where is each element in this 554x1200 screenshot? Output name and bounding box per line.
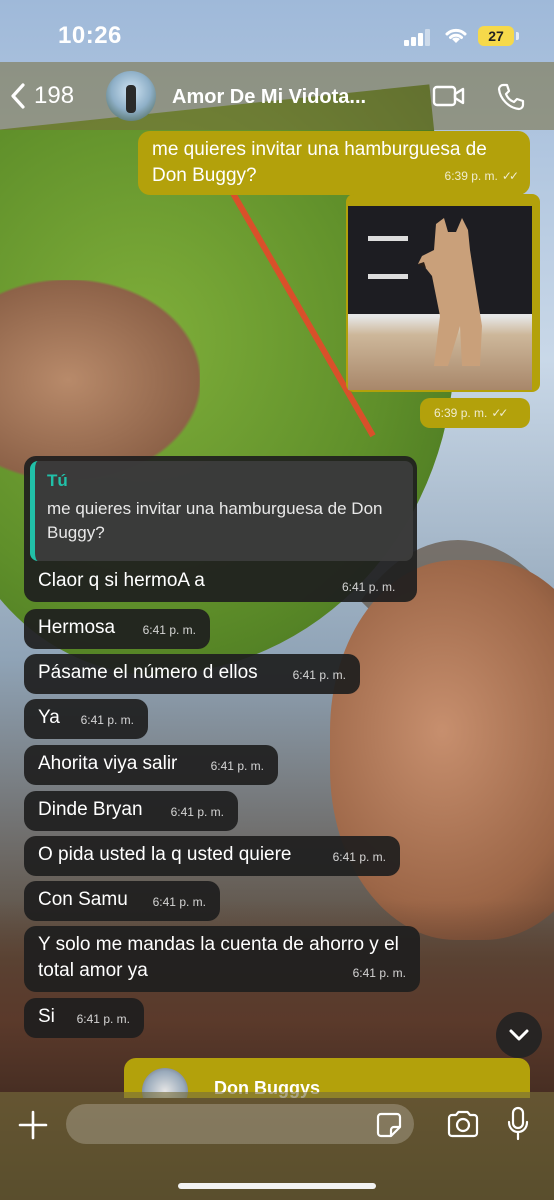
message-text: Dinde Bryan [38,799,143,820]
message-text: Ya [38,707,60,728]
incoming-message[interactable]: Dinde Bryan 6:41 p. m. [24,791,238,831]
message-time: 6:39 p. m. [434,406,488,420]
chevron-down-icon [509,1029,529,1041]
camera-icon[interactable] [446,1110,480,1138]
incoming-message[interactable]: Con Samu 6:41 p. m. [24,881,220,921]
message-text: Claor q si hermoA a [38,570,205,591]
message-meta: 6:39 p. m. ✓✓ [444,163,520,189]
chat-header: 198 Amor De Mi Vidota... [0,62,554,130]
double-check-icon: ✓✓ [501,169,519,183]
status-bar: 10:26 27 [0,0,554,70]
message-time: 6:41 p. m. [332,850,386,864]
quoted-message[interactable]: Tú me quieres invitar una hamburguesa de… [30,461,413,561]
message-time: 6:41 p. m. [292,668,346,682]
contact-avatar[interactable] [106,71,156,121]
back-chevron-icon [11,83,25,109]
battery-indicator: 27 [478,26,519,46]
incoming-message[interactable]: Ya 6:41 p. m. [24,699,148,739]
scroll-to-bottom-button[interactable] [496,1012,542,1058]
microphone-icon[interactable] [506,1106,530,1142]
message-time: 6:41 p. m. [170,805,224,819]
message-time: 6:39 p. m. [444,169,498,183]
message-time: 6:41 p. m. [342,580,396,594]
message-text: Con Samu [38,889,128,910]
double-check-icon: ✓✓ [491,406,508,420]
message-text: Hermosa [38,617,116,638]
message-time: 6:41 p. m. [352,966,406,980]
message-text: Ahorita viya salir [38,753,178,774]
phone-icon[interactable] [496,82,526,112]
message-time: 6:41 p. m. [80,713,134,727]
wifi-icon [445,28,467,43]
home-indicator[interactable] [178,1183,376,1189]
image-meta: 6:39 p. m. ✓✓ [420,398,530,428]
message-text: O pida usted la q usted quiere [38,844,292,865]
message-time: 6:41 p. m. [210,759,264,773]
incoming-message[interactable]: Hermosa 6:41 p. m. [24,609,210,649]
cellular-signal-icon [404,28,432,46]
incoming-message[interactable]: Pásame el número d ellos 6:41 p. m. [24,654,360,694]
message-input[interactable] [66,1104,414,1144]
unread-count: 198 [34,82,75,109]
incoming-message[interactable]: O pida usted la q usted quiere 6:41 p. m… [24,836,400,876]
dog-photo[interactable] [348,206,532,390]
message-time: 6:41 p. m. [152,895,206,909]
incoming-message[interactable]: Y solo me mandas la cuenta de ahorro y e… [24,926,420,992]
sticker-icon[interactable] [376,1112,402,1138]
incoming-message[interactable]: Si 6:41 p. m. [24,998,144,1038]
message-time: 6:41 p. m. [76,1012,130,1026]
video-call-icon[interactable] [432,84,466,108]
contact-name[interactable]: Amor De Mi Vidota... [172,86,366,109]
incoming-message[interactable]: Ahorita viya salir 6:41 p. m. [24,745,278,785]
quote-text: me quieres invitar una hamburguesa de Do… [47,499,383,542]
message-text: Y solo me mandas la cuenta de ahorro y e… [38,934,399,981]
outgoing-message[interactable]: me quieres invitar una hamburguesa de Do… [138,131,530,195]
status-time: 10:26 [58,22,122,49]
back-button[interactable]: 198 [10,78,74,114]
quote-author: Tú [47,471,68,490]
message-text: Pásame el número d ellos [38,662,258,683]
message-time: 6:41 p. m. [142,623,196,637]
message-text: Si [38,1006,55,1027]
plus-icon[interactable] [16,1108,50,1142]
